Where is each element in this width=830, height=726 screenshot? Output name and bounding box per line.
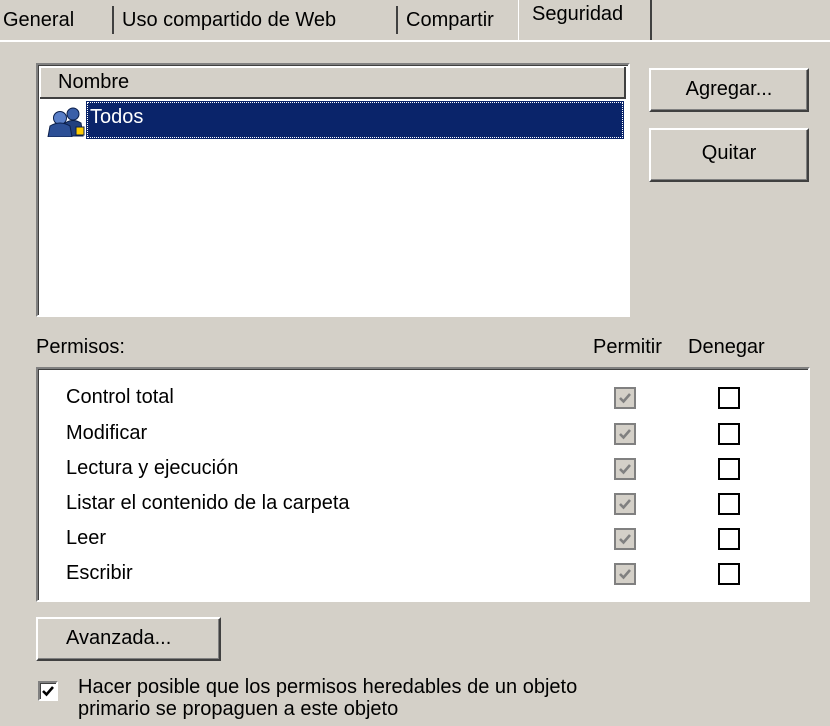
tab-general[interactable]: General <box>3 7 74 33</box>
allow-checkbox-write[interactable] <box>614 563 636 585</box>
allow-checkbox-read-execute[interactable] <box>614 458 636 480</box>
check-icon <box>619 393 631 404</box>
permission-row-full-control: Control total <box>38 381 808 414</box>
permission-label: Listar el contenido de la carpeta <box>66 492 350 514</box>
allow-checkbox-read[interactable] <box>614 528 636 550</box>
inherit-permissions-checkbox[interactable] <box>38 681 58 701</box>
column-header-name[interactable]: Nombre <box>40 67 626 99</box>
add-button-label: Agregar... <box>685 78 773 100</box>
advanced-button-label: Avanzada... <box>66 627 172 649</box>
permission-row-read: Leer <box>38 522 808 555</box>
check-icon <box>619 569 631 580</box>
deny-checkbox-modify[interactable] <box>718 423 740 445</box>
deny-checkbox-full-control[interactable] <box>718 387 740 409</box>
remove-button[interactable]: Quitar <box>649 128 809 182</box>
check-icon <box>619 499 631 510</box>
permission-label: Control total <box>66 386 174 408</box>
permission-row-read-execute: Lectura y ejecución <box>38 452 808 485</box>
column-header-label: Nombre <box>58 71 130 93</box>
deny-checkbox-write[interactable] <box>718 563 740 585</box>
permission-label: Escribir <box>66 562 133 584</box>
check-icon <box>42 686 54 697</box>
tab-security[interactable]: Seguridad <box>518 0 652 40</box>
permission-row-write: Escribir <box>38 557 808 590</box>
permission-label: Leer <box>66 527 107 549</box>
inherit-permissions-label[interactable]: Hacer posible que los permisos heredable… <box>78 676 798 720</box>
permission-label: Modificar <box>66 422 148 444</box>
tab-strip-baseline <box>0 40 830 42</box>
tab-web-sharing[interactable]: Uso compartido de Web <box>122 7 336 33</box>
permission-row-modify: Modificar <box>38 417 808 450</box>
tab-sharing[interactable]: Compartir <box>406 7 494 33</box>
allow-checkbox-modify[interactable] <box>614 423 636 445</box>
deny-checkbox-read[interactable] <box>718 528 740 550</box>
permissions-list[interactable]: Control total Modificar Lectura y ejecuc… <box>36 367 810 602</box>
check-icon <box>619 534 631 545</box>
deny-checkbox-list-folder[interactable] <box>718 493 740 515</box>
deny-checkbox-read-execute[interactable] <box>718 458 740 480</box>
add-button[interactable]: Agregar... <box>649 68 809 112</box>
permission-row-list-folder: Listar el contenido de la carpeta <box>38 487 808 520</box>
permissions-label: Permisos: <box>36 336 125 358</box>
group-users-icon <box>46 107 86 138</box>
list-item-todos[interactable]: Todos <box>44 101 626 141</box>
user-name-label: Todos <box>90 106 144 128</box>
remove-button-label: Quitar <box>701 142 757 164</box>
deny-column-header: Denegar <box>688 336 765 358</box>
check-icon <box>619 464 631 475</box>
check-icon <box>619 429 631 440</box>
advanced-button[interactable]: Avanzada... <box>36 617 221 661</box>
allow-checkbox-full-control[interactable] <box>614 387 636 409</box>
allow-column-header: Permitir <box>593 336 662 358</box>
inherit-permissions-line-1: Hacer posible que los permisos heredable… <box>78 676 578 698</box>
inherit-permissions-line-2: primario se propaguen a este objeto <box>78 698 399 720</box>
selected-user-highlight: Todos <box>86 101 624 139</box>
tab-security-label: Seguridad <box>532 3 624 25</box>
user-group-list[interactable]: Nombre Todos <box>36 63 630 317</box>
permission-label: Lectura y ejecución <box>66 457 239 479</box>
allow-checkbox-list-folder[interactable] <box>614 493 636 515</box>
tab-separator <box>396 6 398 34</box>
tab-separator <box>112 6 114 34</box>
